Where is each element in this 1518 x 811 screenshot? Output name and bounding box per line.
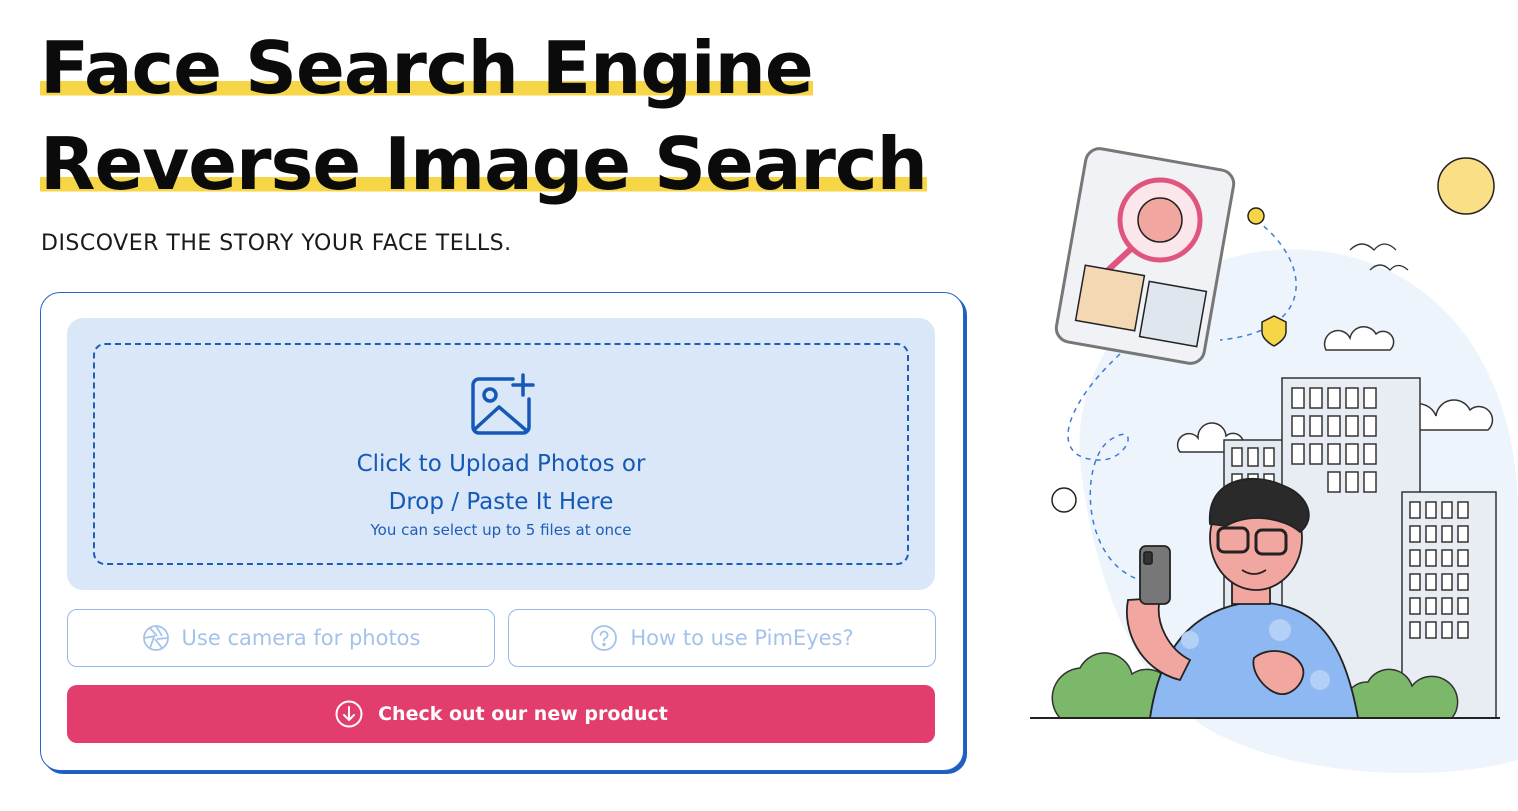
image-add-icon <box>471 373 535 435</box>
phone-card <box>1054 147 1236 365</box>
hero-title: Face Search Engine Reverse Image Search <box>40 22 928 214</box>
camera-aperture-icon <box>142 625 169 651</box>
new-product-label: Check out our new product <box>378 703 668 725</box>
notification-badge <box>1247 207 1265 225</box>
how-to-use-button[interactable]: How to use PimEyes? <box>508 609 936 667</box>
new-product-button[interactable]: Check out our new product <box>67 685 935 743</box>
hero-title-line-1: Face Search Engine <box>40 22 814 114</box>
upload-zone[interactable]: Click to Upload Photos or Drop / Paste I… <box>67 318 935 590</box>
upload-line-1: Click to Upload Photos or <box>356 451 646 477</box>
search-card: Click to Upload Photos or Drop / Paste I… <box>40 292 964 771</box>
upload-dropzone[interactable]: Click to Upload Photos or Drop / Paste I… <box>93 343 909 565</box>
arrow-down-circle-icon <box>335 700 363 728</box>
sun <box>1437 157 1495 215</box>
hero-illustration <box>1030 147 1518 774</box>
question-circle-icon <box>591 625 618 651</box>
upload-instructions: Click to Upload Photos or Drop / Paste I… <box>95 445 907 521</box>
upload-hint: You can select up to 5 files at once <box>370 521 632 539</box>
use-camera-button[interactable]: Use camera for photos <box>67 609 495 667</box>
face-scan-badge <box>1051 487 1077 513</box>
hero-title-line-2: Reverse Image Search <box>40 118 928 210</box>
upload-line-2: Drop / Paste It Here <box>388 489 614 515</box>
how-to-use-label: How to use PimEyes? <box>630 626 854 650</box>
use-camera-label: Use camera for photos <box>181 626 421 650</box>
hero-subtitle: DISCOVER THE STORY YOUR FACE TELLS. <box>41 231 512 256</box>
